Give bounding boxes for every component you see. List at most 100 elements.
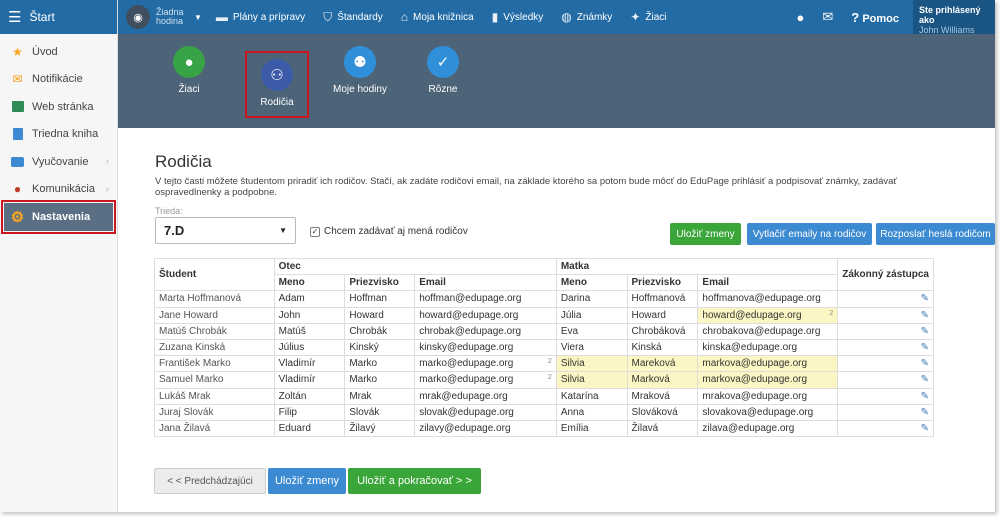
sidebar-item-web[interactable]: Web stránka: [0, 93, 117, 121]
start-button[interactable]: ☰ Štart: [0, 0, 117, 34]
mother-surname-input[interactable]: Marková: [626, 371, 699, 389]
father-surname-input[interactable]: Mrak: [344, 387, 416, 405]
panel-button-moje-hodiny[interactable]: ⚉ Moje hodiny: [325, 46, 395, 95]
mother-surname-input[interactable]: Chrobáková: [626, 322, 699, 340]
mother-name-input[interactable]: Emília: [555, 419, 628, 438]
hamburger-icon[interactable]: ☰: [8, 8, 21, 26]
cell-text: Kinský: [349, 342, 379, 354]
edit-guardian-button[interactable]: ✎: [837, 306, 934, 324]
father-surname-input[interactable]: Slovák: [344, 403, 416, 421]
help-button[interactable]: ? Pomoc: [851, 10, 899, 25]
mother-surname-input[interactable]: Slováková: [626, 403, 699, 421]
menu-kniznica[interactable]: ⌂ Moja knižnica: [401, 10, 474, 24]
father-email-input[interactable]: hoffman@edupage.org: [414, 290, 557, 308]
panel-button-rozne[interactable]: ✓ Rôzne: [408, 46, 478, 95]
mother-email-input[interactable]: howard@edupage.org 2: [697, 306, 839, 324]
parent-names-checkbox[interactable]: ✓ Chcem zadávať aj mená rodičov: [310, 226, 468, 237]
panel-button-ziaci[interactable]: ● Žiaci: [154, 46, 224, 95]
father-name-input[interactable]: John: [273, 306, 346, 324]
father-surname-input[interactable]: Chrobák: [344, 322, 416, 340]
sidebar-item-uvod[interactable]: ★ Úvod: [0, 38, 117, 66]
chat-icon[interactable]: ●: [797, 10, 805, 25]
sidebar-item-nastavenia[interactable]: ⚙ Nastavenia: [1, 200, 116, 234]
mother-surname-input[interactable]: Hoffmanová: [626, 290, 699, 308]
father-name-input[interactable]: Vladimír: [273, 355, 346, 373]
mother-name-input[interactable]: Silvia: [555, 371, 628, 389]
mother-name-input[interactable]: Katarína: [555, 387, 628, 405]
edit-guardian-button[interactable]: ✎: [837, 355, 934, 373]
class-select[interactable]: 7.D ▼: [155, 217, 296, 244]
father-surname-input[interactable]: Marko: [344, 355, 416, 373]
mother-email-input[interactable]: markova@edupage.org: [697, 355, 839, 373]
checkbox-icon[interactable]: ✓: [310, 226, 320, 237]
save-button-bottom[interactable]: Uložiť zmeny: [268, 468, 346, 494]
mother-surname-input[interactable]: Howard: [626, 306, 699, 324]
mother-email-input[interactable]: markova@edupage.org: [697, 371, 839, 389]
father-name-input[interactable]: Filip: [273, 403, 346, 421]
father-email-input[interactable]: chrobak@edupage.org: [414, 322, 557, 340]
edit-guardian-button[interactable]: ✎: [837, 338, 934, 357]
mother-email-input[interactable]: zilava@edupage.org: [697, 419, 839, 438]
father-surname-input[interactable]: Hoffman: [344, 290, 416, 308]
send-passwords-button[interactable]: Rozposlať heslá rodičom: [876, 223, 995, 245]
previous-button[interactable]: < < Predchádzajúci: [154, 468, 266, 494]
mother-email-input[interactable]: kinska@edupage.org: [697, 338, 839, 357]
edit-guardian-button[interactable]: ✎: [837, 290, 934, 308]
sidebar-item-notifikacie[interactable]: ✉ Notifikácie: [0, 66, 117, 94]
edit-guardian-button[interactable]: ✎: [837, 371, 934, 389]
father-name-input[interactable]: Matúš: [273, 322, 346, 340]
mother-surname-input[interactable]: Mraková: [626, 387, 699, 405]
hour-selector[interactable]: ◉ Žiadna hodina ▼: [126, 5, 202, 29]
save-continue-button[interactable]: Uložiť a pokračovať > >: [348, 468, 481, 494]
father-name-input[interactable]: Eduard: [273, 419, 346, 438]
envelope-icon[interactable]: ✉: [822, 9, 833, 25]
edit-guardian-button[interactable]: ✎: [837, 322, 934, 340]
cell-text: Chrobáková: [631, 325, 686, 337]
mother-surname-input[interactable]: Žilavá: [626, 419, 699, 438]
father-name-input[interactable]: Vladimír: [273, 371, 346, 389]
father-email-input[interactable]: marko@edupage.org 2: [414, 371, 557, 389]
father-email-input[interactable]: mrak@edupage.org: [414, 387, 557, 405]
mother-name-input[interactable]: Anna: [555, 403, 628, 421]
help-label: Pomoc: [862, 12, 899, 25]
father-surname-input[interactable]: Marko: [344, 371, 416, 389]
mother-email-input[interactable]: mrakova@edupage.org: [697, 387, 839, 405]
menu-vysledky[interactable]: ▮ Výsledky: [492, 10, 544, 24]
save-button-top[interactable]: Uložiť zmeny: [670, 223, 741, 245]
mother-surname-input[interactable]: Mareková: [626, 355, 699, 373]
mother-email-input[interactable]: hoffmanova@edupage.org: [697, 290, 839, 308]
user-menu[interactable]: Ste prihlásený ako John Williams: [913, 0, 995, 35]
menu-znamky[interactable]: ◍ Známky: [561, 10, 612, 24]
father-email-input[interactable]: howard@edupage.org: [414, 306, 557, 324]
father-email-input[interactable]: slovak@edupage.org: [414, 403, 557, 421]
father-surname-input[interactable]: Howard: [344, 306, 416, 324]
father-email-input[interactable]: kinsky@edupage.org: [414, 338, 557, 357]
father-surname-input[interactable]: Žilavý: [344, 419, 416, 438]
father-email-input[interactable]: marko@edupage.org 2: [414, 355, 557, 373]
mother-name-input[interactable]: Darina: [555, 290, 628, 308]
mother-email-input[interactable]: chrobakova@edupage.org: [697, 322, 839, 340]
sidebar-item-komunikacia[interactable]: ● Komunikácia ›: [0, 176, 117, 204]
sidebar-item-vyucovanie[interactable]: Vyučovanie ›: [0, 148, 117, 176]
mother-email-input[interactable]: slovakova@edupage.org: [697, 403, 839, 421]
menu-ziaci[interactable]: ✦ Žiaci: [630, 10, 666, 24]
panel-button-rodicia[interactable]: ⚇ Rodičia: [245, 51, 309, 118]
father-name-input[interactable]: Adam: [273, 290, 346, 308]
print-emails-button[interactable]: Vytlačiť emaily na rodičov: [747, 223, 872, 245]
edit-guardian-button[interactable]: ✎: [837, 403, 934, 421]
mother-surname-input[interactable]: Kinská: [626, 338, 699, 357]
edit-guardian-button[interactable]: ✎: [837, 419, 934, 438]
father-email-input[interactable]: zilavy@edupage.org: [414, 419, 557, 438]
father-name-input[interactable]: Zoltán: [273, 387, 346, 405]
menu-plany[interactable]: ▬ Plány a prípravy: [216, 10, 305, 24]
mother-name-input[interactable]: Silvia: [555, 355, 628, 373]
menu-standardy[interactable]: ⛉ Štandardy: [323, 10, 383, 25]
mother-name-input[interactable]: Júlia: [555, 306, 628, 324]
edit-guardian-button[interactable]: ✎: [837, 387, 934, 405]
mother-name-input[interactable]: Viera: [555, 338, 628, 357]
sidebar-item-triedna-kniha[interactable]: Triedna kniha: [0, 121, 117, 149]
header-father: Otec: [273, 257, 557, 276]
father-surname-input[interactable]: Kinský: [344, 338, 416, 357]
mother-name-input[interactable]: Eva: [555, 322, 628, 340]
father-name-input[interactable]: Július: [273, 338, 346, 357]
